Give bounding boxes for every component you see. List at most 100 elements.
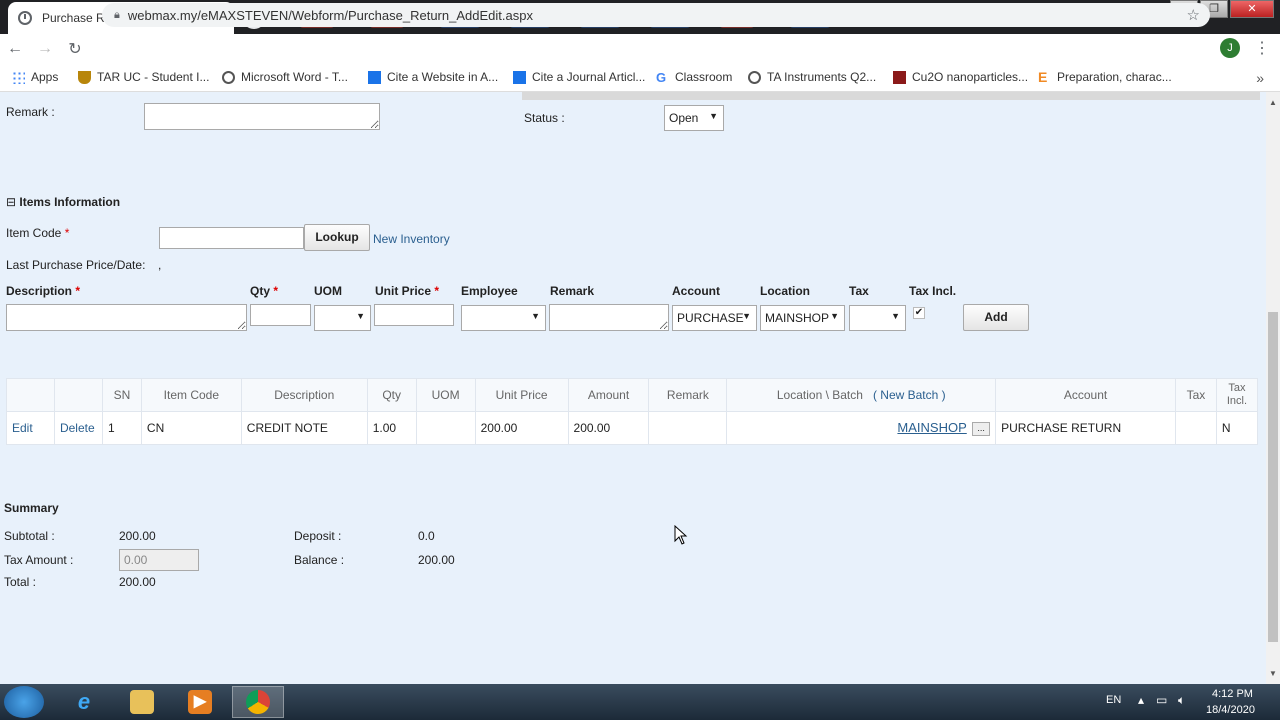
taskbar-file-explorer[interactable] bbox=[116, 686, 168, 718]
remark-textarea[interactable] bbox=[144, 103, 380, 130]
url-field[interactable]: 🔒︎ webmax.my/eMAXSTEVEN/Webform/Purchase… bbox=[102, 3, 1210, 27]
header-tax: Tax bbox=[1174, 378, 1217, 412]
bookmark-apps[interactable]: Apps bbox=[12, 70, 58, 84]
bookmarks-bar: Apps TAR UC - Student I... Microsoft Wor… bbox=[0, 64, 1280, 92]
globe-icon bbox=[222, 70, 235, 84]
status-select[interactable]: Open ▼ bbox=[664, 105, 724, 131]
row-tax bbox=[1174, 411, 1217, 445]
top-divider bbox=[522, 92, 1260, 100]
profile-avatar[interactable]: J bbox=[1220, 38, 1240, 58]
row-account: PURCHASE RETURN bbox=[995, 411, 1176, 445]
elsevier-e-icon: E bbox=[1038, 68, 1048, 85]
clock-date[interactable]: 18/4/2020 bbox=[1206, 704, 1255, 716]
address-bar: ← → ↻ bbox=[0, 34, 1280, 64]
header-account: Account bbox=[995, 378, 1176, 412]
bookmark-microsoft-word[interactable]: Microsoft Word - T... bbox=[222, 70, 348, 84]
menu-kebab-icon[interactable]: ⋮ bbox=[1254, 38, 1270, 58]
shield-crest-icon bbox=[78, 70, 91, 84]
total-value: 200.00 bbox=[119, 575, 156, 589]
apps-grid-icon bbox=[12, 70, 25, 84]
qty-col-label: Qty * bbox=[250, 284, 279, 298]
new-inventory-link[interactable]: New Inventory bbox=[373, 232, 450, 246]
scroll-up-icon[interactable]: ▲ bbox=[1269, 98, 1277, 107]
unit-price-input[interactable] bbox=[374, 304, 454, 326]
balance-label: Balance : bbox=[294, 553, 345, 567]
status-label: Status : bbox=[524, 111, 565, 125]
add-item-button[interactable]: Add bbox=[963, 304, 1029, 331]
batch-lookup-button[interactable]: ... bbox=[972, 421, 991, 436]
row-delete-link[interactable]: Delete bbox=[53, 411, 103, 445]
item-code-input[interactable] bbox=[159, 227, 304, 249]
header-uom: UOM bbox=[415, 378, 476, 412]
forward-icon[interactable]: → bbox=[30, 40, 60, 58]
header-item-code: Item Code bbox=[140, 378, 242, 412]
taskbar-chrome[interactable] bbox=[232, 686, 284, 718]
bookmark-cite-website[interactable]: Cite a Website in A... bbox=[368, 70, 498, 84]
taskbar-media-player[interactable]: ▶ bbox=[174, 686, 226, 718]
row-unit-price: 200.00 bbox=[474, 411, 569, 445]
lookup-button[interactable]: Lookup bbox=[304, 224, 370, 251]
clock-time[interactable]: 4:12 PM bbox=[1212, 688, 1253, 700]
language-indicator[interactable]: EN bbox=[1106, 694, 1121, 706]
book-icon bbox=[513, 70, 526, 84]
bookmark-ta-instruments[interactable]: TA Instruments Q2... bbox=[748, 70, 876, 84]
tray-expand-icon[interactable]: ▴ bbox=[1138, 693, 1144, 707]
page-scrollbar[interactable]: ▲ ▼ bbox=[1266, 92, 1280, 684]
reload-icon[interactable]: ↻ bbox=[60, 39, 90, 59]
globe-icon bbox=[748, 70, 761, 84]
bookmark-preparation[interactable]: E Preparation, charac... bbox=[1038, 68, 1172, 85]
tax-select[interactable]: ▼ bbox=[849, 305, 906, 331]
description-textarea[interactable] bbox=[6, 304, 247, 331]
tax-amount-field[interactable] bbox=[119, 549, 199, 571]
items-information-section-title[interactable]: ⊟ Items Information bbox=[6, 195, 120, 209]
row-qty: 1.00 bbox=[366, 411, 417, 445]
balance-value: 200.00 bbox=[418, 553, 455, 567]
scroll-down-icon[interactable]: ▼ bbox=[1269, 669, 1277, 678]
windows-start-button[interactable] bbox=[4, 686, 44, 718]
close-window-icon[interactable]: ✕ bbox=[1230, 0, 1274, 18]
bookmark-star-icon[interactable]: ☆ bbox=[1187, 6, 1200, 24]
qty-input[interactable] bbox=[250, 304, 311, 326]
remark-entry-textarea[interactable] bbox=[549, 304, 669, 331]
bookmark-cite-journal[interactable]: Cite a Journal Articl... bbox=[513, 70, 645, 84]
scrollbar-thumb[interactable] bbox=[1268, 312, 1278, 642]
deposit-value: 0.0 bbox=[418, 529, 435, 543]
new-batch-link[interactable]: ( New Batch ) bbox=[873, 388, 946, 402]
chevron-down-icon: ▼ bbox=[742, 311, 751, 321]
description-col-label: Description * bbox=[6, 284, 81, 298]
header-remark: Remark bbox=[648, 378, 728, 412]
chrome-icon bbox=[246, 690, 270, 714]
uom-select[interactable]: ▼ bbox=[314, 305, 371, 331]
row-edit-link[interactable]: Edit bbox=[6, 411, 55, 445]
chevron-down-icon: ▼ bbox=[709, 111, 718, 121]
tax-incl-checkbox[interactable]: ✔ bbox=[913, 307, 925, 319]
network-icon[interactable]: ▭ bbox=[1156, 693, 1167, 707]
total-label: Total : bbox=[4, 575, 37, 589]
last-purchase-value: , bbox=[158, 258, 162, 272]
employee-col-label: Employee bbox=[461, 284, 518, 298]
table-row: Edit Delete 1 CN CREDIT NOTE 1.00 200.00… bbox=[6, 411, 1259, 445]
back-icon[interactable]: ← bbox=[0, 40, 30, 58]
tax-incl-col-label: Tax Incl. bbox=[909, 284, 957, 298]
header-sn: SN bbox=[101, 378, 142, 412]
media-player-icon: ▶ bbox=[188, 690, 212, 714]
lock-icon: 🔒︎ bbox=[114, 8, 120, 21]
taskbar-internet-explorer[interactable]: e bbox=[58, 686, 110, 718]
account-select[interactable]: PURCHASE ▼ bbox=[672, 305, 757, 331]
bookmark-cu2o[interactable]: Cu2O nanoparticles... bbox=[893, 70, 1028, 84]
location-select[interactable]: MAINSHOP ▼ bbox=[760, 305, 845, 331]
chevron-down-icon: ▼ bbox=[891, 311, 900, 321]
url-text: webmax.my/eMAXSTEVEN/Webform/Purchase_Re… bbox=[127, 7, 533, 23]
subtotal-value: 200.00 bbox=[119, 529, 156, 543]
volume-icon[interactable]: 🔈︎ bbox=[1178, 693, 1185, 708]
bookmarks-more-icon[interactable]: » bbox=[1256, 70, 1264, 86]
bookmark-classroom[interactable]: G Classroom bbox=[656, 70, 732, 84]
row-location-link[interactable]: MAINSHOP bbox=[897, 420, 966, 435]
remark-label: Remark : bbox=[6, 105, 55, 119]
employee-select[interactable]: ▼ bbox=[461, 305, 546, 331]
header-qty: Qty bbox=[366, 378, 417, 412]
book-icon bbox=[368, 70, 381, 84]
header-delete bbox=[53, 378, 103, 412]
row-remark bbox=[648, 411, 728, 445]
bookmark-tar-uc[interactable]: TAR UC - Student I... bbox=[78, 70, 209, 84]
